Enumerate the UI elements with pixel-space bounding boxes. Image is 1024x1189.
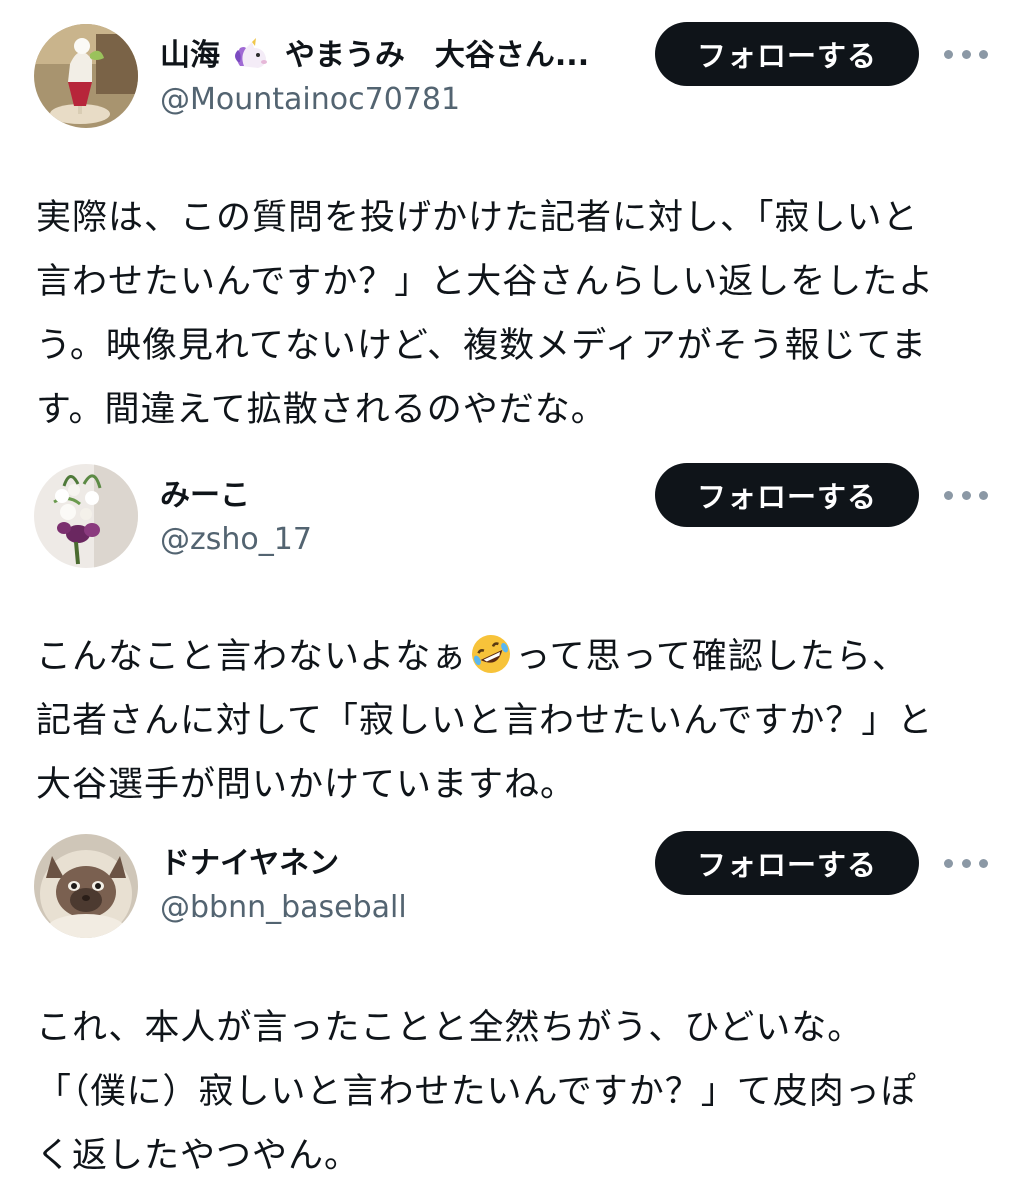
avatar[interactable] [34, 24, 138, 128]
post-text: こんなこと言わないよなぁ って思って確認したら、 記者さんに対して「寂しいと言わ… [36, 625, 996, 817]
post-text-line: 記者さんに対して「寂しいと言わせたいんですか？」と [36, 701, 934, 741]
follow-button[interactable]: フォローする [655, 463, 919, 527]
post-text-segment: って思って確認したら、 [515, 637, 908, 677]
post-text-line: これ、本人が言ったことと全然ちがう、ひどいな。 [36, 1008, 864, 1048]
follow-button[interactable]: フォローする [655, 831, 919, 895]
follow-button[interactable]: フォローする [655, 22, 919, 86]
user-handle[interactable]: @Mountainoc70781 [160, 80, 460, 120]
avatar[interactable] [34, 834, 138, 938]
post-text: 実際は、この質問を投げかけた記者に対し、「寂しいと 言わせたいんですか？」と大谷… [36, 186, 996, 442]
avatar-image [34, 464, 138, 568]
unicorn-emoji-icon [235, 38, 268, 68]
display-name-part-1: 山海 [160, 38, 220, 73]
display-name[interactable]: 山海 やまうみ 大谷さん... [160, 36, 589, 76]
more-horizontal-icon[interactable] [944, 485, 988, 505]
user-handle[interactable]: @zsho_17 [160, 520, 312, 560]
post-text-line: う。映像見れてないけど、複数メディアがそう報じてま [36, 326, 927, 366]
avatar-image [34, 24, 138, 128]
avatar-image [34, 834, 138, 938]
user-handle[interactable]: @bbnn_baseball [160, 888, 407, 928]
post-text-line: 言わせたいんですか？」と大谷さんらしい返しをしたよ [36, 262, 935, 302]
avatar[interactable] [34, 464, 138, 568]
more-horizontal-icon[interactable] [944, 853, 988, 873]
post-text-line: 大谷選手が問いかけていますね。 [36, 765, 577, 805]
more-horizontal-icon[interactable] [944, 44, 988, 64]
post-text-line: く返したやつやん。 [36, 1136, 361, 1176]
post-text-line: 「（僕に）寂しいと言わせたいんですか？」て皮肉っぽ [36, 1072, 917, 1112]
rolling-on-floor-laughing-emoji-icon [472, 635, 511, 673]
post-text: これ、本人が言ったことと全然ちがう、ひどいな。 「（僕に）寂しいと言わせたいんで… [36, 996, 996, 1188]
post-text-segment: こんなこと言わないよなぁ [36, 637, 468, 677]
post-text-line: こんなこと言わないよなぁ って思って確認したら、 [36, 625, 996, 689]
display-name-part-2: やまうみ 大谷さん... [284, 38, 590, 73]
display-name[interactable]: ドナイヤネン [160, 844, 339, 884]
post-text-line: す。間違えて拡散されるのやだな。 [36, 390, 607, 430]
display-name[interactable]: みーこ [160, 476, 250, 516]
post-text-line: 実際は、この質問を投げかけた記者に対し、「寂しいと [36, 198, 919, 238]
